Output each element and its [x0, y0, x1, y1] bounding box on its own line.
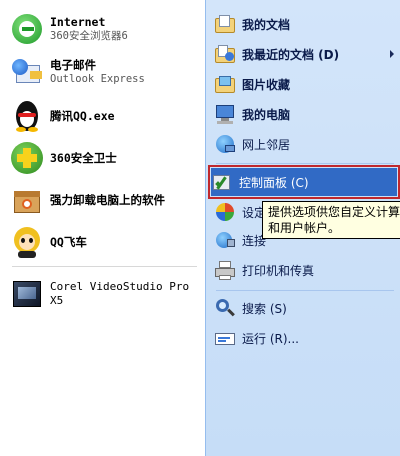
menu-network-places[interactable]: 网上邻居 [214, 130, 398, 158]
menu-label: 打印机和传真 [242, 263, 315, 278]
program-title: QQ飞车 [50, 235, 87, 249]
uninstaller-icon [10, 183, 44, 217]
recent-documents-icon [214, 43, 236, 65]
program-360-security[interactable]: 360安全卫士 [10, 141, 202, 175]
program-email-outlook[interactable]: 电子邮件 Outlook Express [10, 55, 202, 89]
search-icon [214, 297, 236, 319]
menu-label: 运行 (R)... [242, 331, 299, 346]
program-qq[interactable]: 腾讯QQ.exe [10, 99, 202, 133]
program-qq-speed[interactable]: QQ飞车 [10, 225, 202, 259]
tooltip-line: 提供选项供您自定义计算 [268, 205, 400, 219]
program-internet-360-browser[interactable]: Internet 360安全浏览器6 [10, 12, 202, 46]
menu-my-computer[interactable]: 我的电脑 [214, 100, 398, 128]
program-subtitle: 360安全浏览器6 [50, 30, 128, 42]
program-corel-videostudio[interactable]: Corel VideoStudio Pro X5 [10, 277, 202, 311]
my-computer-icon [214, 103, 236, 125]
qq-speed-icon [10, 225, 44, 259]
start-menu: Internet 360安全浏览器6 电子邮件 Outlook Express [0, 0, 400, 456]
control-panel-tooltip: 提供选项供您自定义计算 和用户帐户。 [262, 201, 400, 239]
menu-label: 搜索 (S) [242, 301, 287, 316]
right-pane-separator [216, 290, 394, 291]
menu-my-pictures[interactable]: 图片收藏 [214, 70, 398, 98]
menu-label: 我的电脑 [242, 107, 291, 122]
program-title: Corel VideoStudio Pro [50, 280, 190, 293]
program-title: 腾讯QQ.exe [50, 109, 115, 123]
program-title: Internet [50, 15, 106, 29]
network-places-icon [214, 133, 236, 155]
menu-recent-documents[interactable]: 我最近的文档 (D) [214, 40, 398, 68]
set-program-access-icon [214, 201, 236, 223]
program-subtitle: Outlook Express [50, 73, 145, 85]
browser-360-icon [10, 12, 44, 46]
program-title: 强力卸载电脑上的软件 [50, 193, 165, 207]
menu-run[interactable]: 运行 (R)... [214, 324, 398, 352]
outlook-express-icon [10, 55, 44, 89]
program-title: 360安全卫士 [50, 151, 117, 165]
menu-label: 控制面板 (C) [239, 175, 309, 190]
360-security-icon [10, 141, 44, 175]
run-icon [214, 327, 236, 349]
program-subtitle: X5 [50, 294, 64, 307]
my-documents-icon [214, 13, 236, 35]
printers-faxes-icon [214, 259, 236, 281]
menu-search[interactable]: 搜索 (S) [214, 294, 398, 322]
corel-videostudio-icon [10, 277, 44, 311]
program-uninstaller[interactable]: 强力卸载电脑上的软件 [10, 183, 202, 217]
program-title: 电子邮件 [50, 58, 96, 72]
right-pane-separator [216, 163, 394, 164]
my-pictures-icon [214, 73, 236, 95]
tooltip-line: 和用户帐户。 [268, 221, 341, 235]
left-pane-separator [12, 266, 197, 267]
control-panel-icon [211, 171, 233, 193]
connect-to-icon [214, 229, 236, 251]
start-menu-left-pane: Internet 360安全浏览器6 电子邮件 Outlook Express [0, 0, 205, 456]
qq-penguin-icon [10, 99, 44, 133]
menu-control-panel[interactable]: 控制面板 (C) [208, 165, 400, 199]
menu-printers-faxes[interactable]: 打印机和传真 [214, 256, 398, 284]
submenu-arrow-icon [390, 50, 394, 58]
menu-label: 我最近的文档 (D) [242, 47, 340, 62]
menu-label: 图片收藏 [242, 77, 291, 92]
menu-label: 网上邻居 [242, 137, 291, 152]
menu-label: 我的文档 [242, 17, 291, 32]
menu-my-documents[interactable]: 我的文档 [214, 10, 398, 38]
